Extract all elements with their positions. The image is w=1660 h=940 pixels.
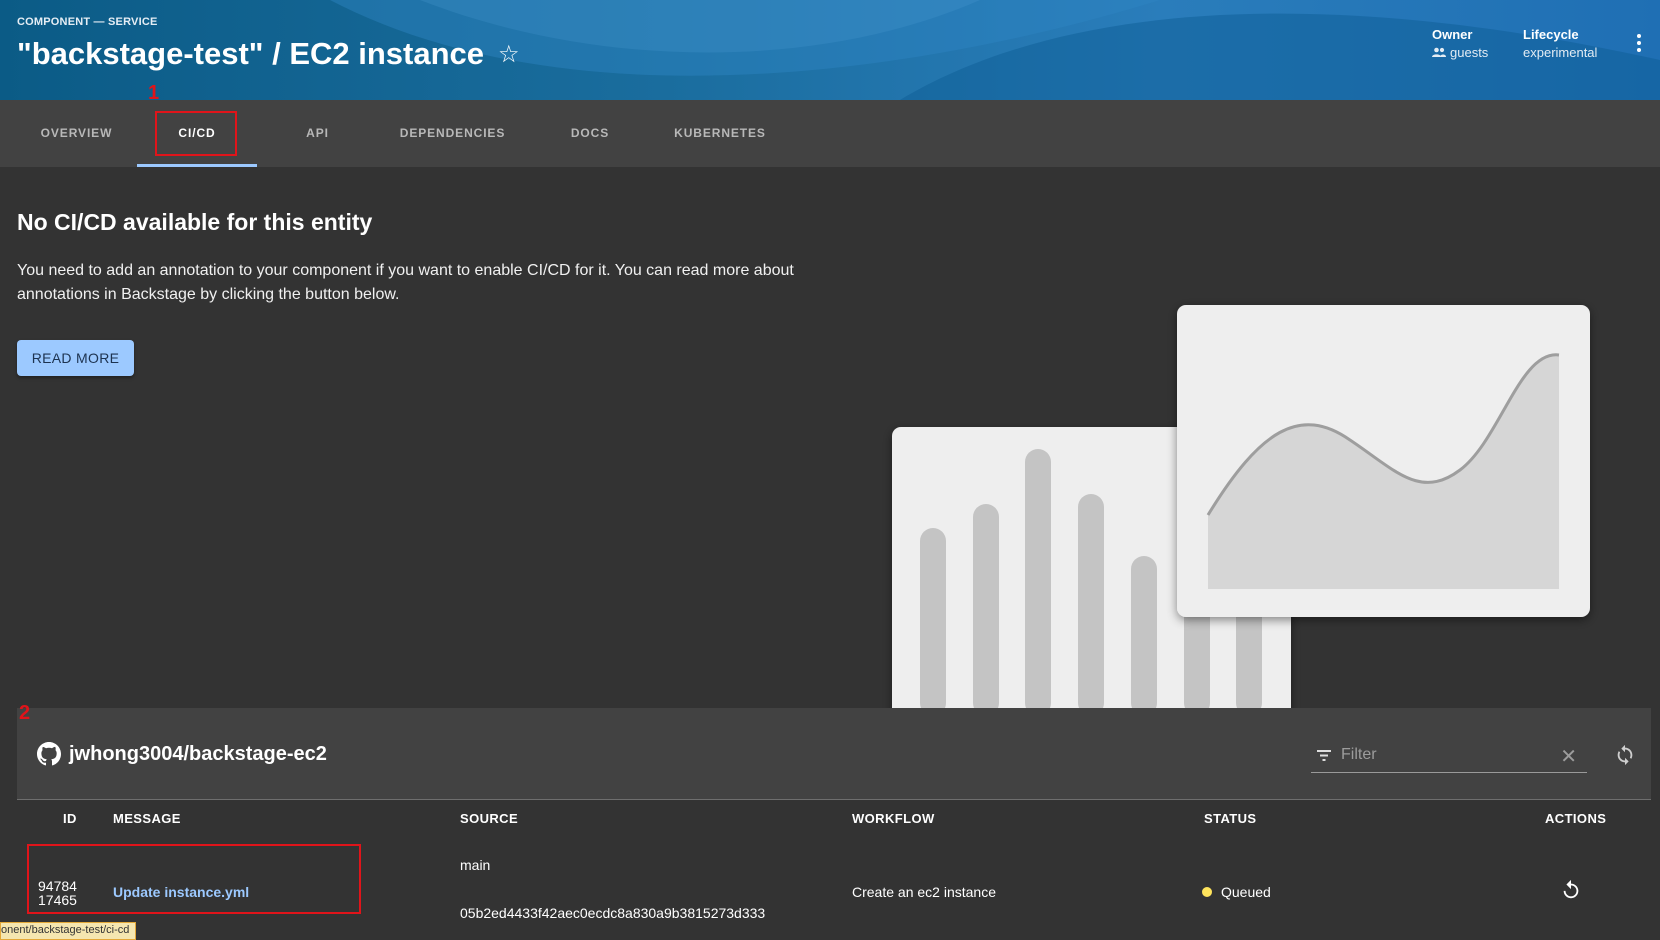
column-header-actions: ACTIONS — [1545, 811, 1607, 826]
link-hover-url: onent/backstage-test/ci-cd — [0, 922, 137, 940]
line-chart-card-illustration — [1177, 305, 1590, 617]
filter-input[interactable] — [1339, 745, 1553, 765]
run-workflow-name: Create an ec2 instance — [852, 884, 996, 900]
table-header: ID MESSAGE SOURCE WORKFLOW STATUS ACTION… — [17, 799, 1651, 838]
column-header-source[interactable]: SOURCE — [460, 811, 518, 826]
tab-api[interactable]: API — [290, 100, 345, 167]
column-header-id[interactable]: ID — [63, 811, 77, 826]
filter-icon — [1317, 750, 1331, 761]
owner-link[interactable]: guests — [1450, 45, 1488, 60]
more-options-icon[interactable] — [1636, 34, 1642, 56]
filter-field: ✕ — [1311, 738, 1587, 773]
tab-docs[interactable]: DOCS — [555, 100, 625, 167]
active-tab-indicator — [137, 164, 257, 167]
refresh-icon[interactable] — [1614, 744, 1636, 766]
annotation-number-1: 1 — [148, 82, 160, 104]
empty-state-title: No CI/CD available for this entity — [17, 209, 373, 235]
repo-title: jwhong3004/backstage-ec2 — [37, 742, 327, 766]
column-header-status[interactable]: STATUS — [1204, 811, 1256, 826]
entity-title: "backstage-test" / EC2 instance — [17, 36, 485, 71]
annotation-box-cicd-tab — [155, 111, 237, 156]
owner-info: Owner guests — [1432, 27, 1488, 60]
repo-name: jwhong3004/backstage-ec2 — [69, 742, 327, 765]
tab-dependencies[interactable]: DEPENDENCIES — [390, 100, 515, 167]
read-more-button[interactable]: READ MORE — [17, 340, 134, 376]
column-header-message[interactable]: MESSAGE — [113, 811, 181, 826]
lifecycle-label: Lifecycle — [1523, 27, 1579, 42]
run-status-label: Queued — [1221, 884, 1271, 900]
page-title: "backstage-test" / EC2 instance ☆ — [17, 36, 520, 72]
github-icon — [37, 742, 61, 766]
tab-bar: OVERVIEW CI/CD API DEPENDENCIES DOCS KUB… — [0, 100, 1660, 167]
column-header-workflow[interactable]: WORKFLOW — [852, 811, 935, 826]
bar-chart-card-illustration — [892, 427, 1291, 728]
star-icon[interactable]: ☆ — [498, 40, 520, 69]
owner-label: Owner — [1432, 27, 1473, 42]
run-commit-sha: 05b2ed4433f42aec0ecdc8a830a9b3815273d333 — [460, 905, 766, 921]
run-branch: main — [460, 857, 491, 873]
clear-filter-icon[interactable]: ✕ — [1560, 744, 1577, 769]
page-header: COMPONENT — SERVICE "backstage-test" / E… — [0, 0, 1660, 100]
lifecycle-value: experimental — [1523, 45, 1598, 60]
empty-state-description: You need to add an annotation to your co… — [17, 262, 794, 303]
annotation-box-run-row — [27, 844, 361, 914]
rerun-icon[interactable] — [1560, 879, 1582, 901]
run-status: Queued — [1202, 884, 1271, 900]
group-icon — [1432, 47, 1446, 57]
lifecycle-info: Lifecycle experimental — [1523, 27, 1597, 60]
tab-overview[interactable]: OVERVIEW — [24, 100, 129, 167]
entity-kind-label: COMPONENT — SERVICE — [17, 16, 158, 28]
tab-kubernetes[interactable]: KUBERNETES — [665, 100, 775, 167]
annotation-number-2: 2 — [19, 702, 31, 724]
status-queued-dot — [1202, 887, 1212, 897]
